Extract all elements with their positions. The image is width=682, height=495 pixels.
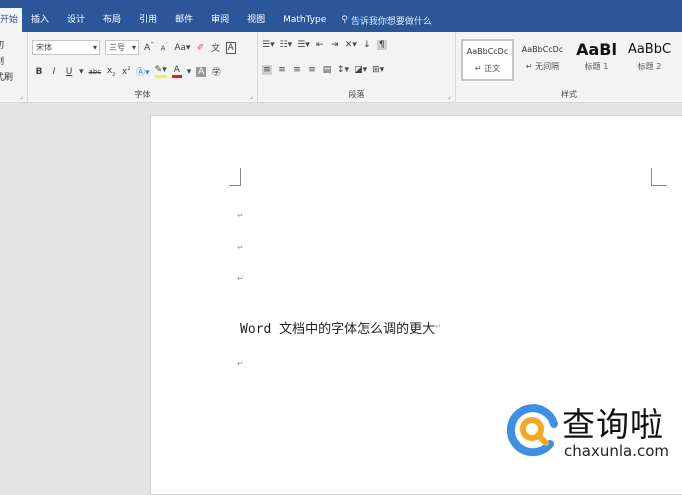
search-icon[interactable]: ⚲ bbox=[341, 15, 348, 25]
tab-references[interactable]: 引用 bbox=[130, 8, 166, 32]
paragraph-dialog-launcher-icon[interactable]: ⌟ bbox=[448, 92, 451, 100]
font-name-select[interactable]: 宋体 ▾ bbox=[32, 40, 100, 55]
logo-url: chaxunla.com bbox=[564, 442, 669, 460]
style-preview: AaBl bbox=[576, 40, 617, 59]
styles-group: AaBbCcDc ↵ 正文 AaBbCcDc ↵ 无间隔 AaBl 标题 1 A… bbox=[456, 32, 682, 103]
logo-brand: 查询啦 bbox=[562, 405, 664, 444]
tell-me-input[interactable]: 告诉我你想要做什么 bbox=[351, 14, 432, 27]
copy-button[interactable]: 复制 bbox=[0, 54, 13, 70]
style-name: 标题 2 bbox=[637, 62, 662, 71]
paragraph-group: ☰▾ ☷▾ ☰▾ ⇤ ⇥ ✕▾ ↓ ¶ ≡ ≡ ≡ ≡ ▤ ↕▾ ◪▾ ⊞▾ 段… bbox=[258, 32, 456, 103]
font-size-select[interactable]: 三号 ▾ bbox=[105, 40, 139, 55]
style-no-spacing[interactable]: AaBbCcDc ↵ 无间隔 bbox=[516, 39, 569, 81]
style-normal[interactable]: AaBbCcDc ↵ 正文 bbox=[461, 39, 514, 81]
tab-layout[interactable]: 布局 bbox=[94, 8, 130, 32]
format-painter-button[interactable]: 格式刷 bbox=[0, 70, 13, 86]
align-right-icon[interactable]: ≡ bbox=[292, 65, 302, 75]
tab-review[interactable]: 审阅 bbox=[202, 8, 238, 32]
bullets-icon[interactable]: ☰▾ bbox=[262, 40, 275, 50]
shrink-font-icon[interactable]: Aˇ bbox=[159, 43, 169, 52]
watermark-logo: 查询啦 chaxunla.com bbox=[506, 398, 682, 468]
shading-icon[interactable]: ◪▾ bbox=[354, 65, 367, 75]
grow-font-icon[interactable]: A^ bbox=[144, 42, 154, 53]
highlight-icon[interactable]: ✎▾ bbox=[154, 65, 167, 78]
paragraph-mark: ↵ bbox=[237, 359, 244, 368]
style-name: 标题 1 bbox=[584, 62, 609, 71]
font-dialog-launcher-icon[interactable]: ⌟ bbox=[250, 92, 253, 100]
style-heading-2[interactable]: AaBbC 标题 2 bbox=[623, 39, 676, 81]
font-size-value: 三号 bbox=[109, 43, 125, 52]
ribbon-tabs: 开始 插入 设计 布局 引用 邮件 审阅 视图 MathType ⚲ 告诉我你想… bbox=[0, 8, 432, 32]
line-spacing-icon[interactable]: ↕▾ bbox=[337, 65, 349, 75]
sort-icon[interactable]: ↓ bbox=[362, 40, 372, 50]
character-border-icon[interactable]: A bbox=[225, 41, 236, 54]
distributed-icon[interactable]: ▤ bbox=[322, 65, 332, 75]
paragraph-mark: ↵ bbox=[237, 243, 244, 252]
paragraph-mark: ↵ bbox=[237, 211, 244, 220]
tab-insert[interactable]: 插入 bbox=[22, 8, 58, 32]
tab-mathtype[interactable]: MathType bbox=[274, 8, 335, 32]
show-marks-icon[interactable]: ¶ bbox=[376, 40, 387, 50]
document-line: Word 文档中的字体怎么调的更大 bbox=[240, 322, 436, 337]
borders-icon[interactable]: ⊞▾ bbox=[372, 65, 384, 75]
tab-view[interactable]: 视图 bbox=[238, 8, 274, 32]
font-name-value: 宋体 bbox=[36, 43, 52, 52]
style-preview: AaBbCcDc bbox=[521, 45, 564, 54]
numbering-icon[interactable]: ☷▾ bbox=[280, 40, 293, 50]
chinese-layout-icon[interactable]: ✕▾ bbox=[345, 40, 357, 50]
font-color-icon[interactable]: A bbox=[171, 65, 182, 78]
clipboard-group: 剪切 复制 格式刷 ⌟ bbox=[0, 32, 28, 103]
cut-button[interactable]: 剪切 bbox=[0, 38, 13, 54]
crop-mark-top-right bbox=[651, 168, 667, 186]
document-text[interactable]: Word 文档中的字体怎么调的更大↵ bbox=[240, 318, 440, 337]
tab-design[interactable]: 设计 bbox=[58, 8, 94, 32]
superscript-icon[interactable]: x2 bbox=[121, 66, 131, 77]
paragraph-mark: ↵ bbox=[435, 320, 440, 330]
character-shading-icon[interactable]: A bbox=[196, 66, 207, 77]
logo-icon bbox=[506, 404, 558, 457]
strikethrough-icon[interactable]: abc bbox=[89, 68, 102, 76]
text-effects-icon[interactable]: Ⓐ▾ bbox=[136, 65, 150, 78]
multilevel-list-icon[interactable]: ☰▾ bbox=[297, 40, 310, 50]
tab-home[interactable]: 开始 bbox=[0, 8, 23, 32]
paragraph-mark: ↵ bbox=[237, 274, 244, 283]
align-center-icon[interactable]: ≡ bbox=[277, 65, 287, 75]
change-case-icon[interactable]: Aa▾ bbox=[174, 43, 190, 53]
bold-icon[interactable]: B bbox=[34, 67, 44, 77]
subscript-icon[interactable]: x2 bbox=[106, 66, 116, 78]
justify-icon[interactable]: ≡ bbox=[307, 65, 317, 75]
enclose-characters-icon[interactable]: ㊫ bbox=[211, 65, 221, 78]
underline-icon[interactable]: U bbox=[64, 67, 74, 77]
tab-mailings[interactable]: 邮件 bbox=[166, 8, 202, 32]
crop-mark-top-left bbox=[229, 168, 241, 186]
style-name: ↵ 无间隔 bbox=[525, 62, 560, 71]
font-group: 宋体 ▾ 三号 ▾ A^ Aˇ Aa▾ ✐ 文 A B I U ▾ abc x2 x2… bbox=[28, 32, 258, 103]
decrease-indent-icon[interactable]: ⇤ bbox=[315, 40, 325, 50]
phonetic-guide-icon[interactable]: 文 bbox=[211, 41, 221, 54]
style-preview: AaBbCcDc bbox=[466, 47, 509, 56]
increase-indent-icon[interactable]: ⇥ bbox=[330, 40, 340, 50]
font-group-label: 字体 bbox=[134, 90, 151, 99]
align-left-icon[interactable]: ≡ bbox=[262, 65, 272, 75]
style-heading-1[interactable]: AaBl 标题 1 bbox=[570, 39, 623, 81]
dialog-launcher-icon[interactable]: ⌟ bbox=[20, 92, 23, 100]
paragraph-group-label: 段落 bbox=[348, 90, 365, 99]
clear-formatting-icon[interactable]: ✐ bbox=[196, 43, 206, 53]
style-preview: AaBbC bbox=[627, 42, 672, 57]
italic-icon[interactable]: I bbox=[49, 67, 59, 77]
styles-group-label: 样式 bbox=[561, 90, 577, 99]
style-name: ↵ 正文 bbox=[474, 64, 501, 73]
ribbon: 剪切 复制 格式刷 ⌟ 宋体▾ 三号▾ A^ Aˇ Aa▾ ✐ 文 A B I … bbox=[0, 32, 682, 103]
